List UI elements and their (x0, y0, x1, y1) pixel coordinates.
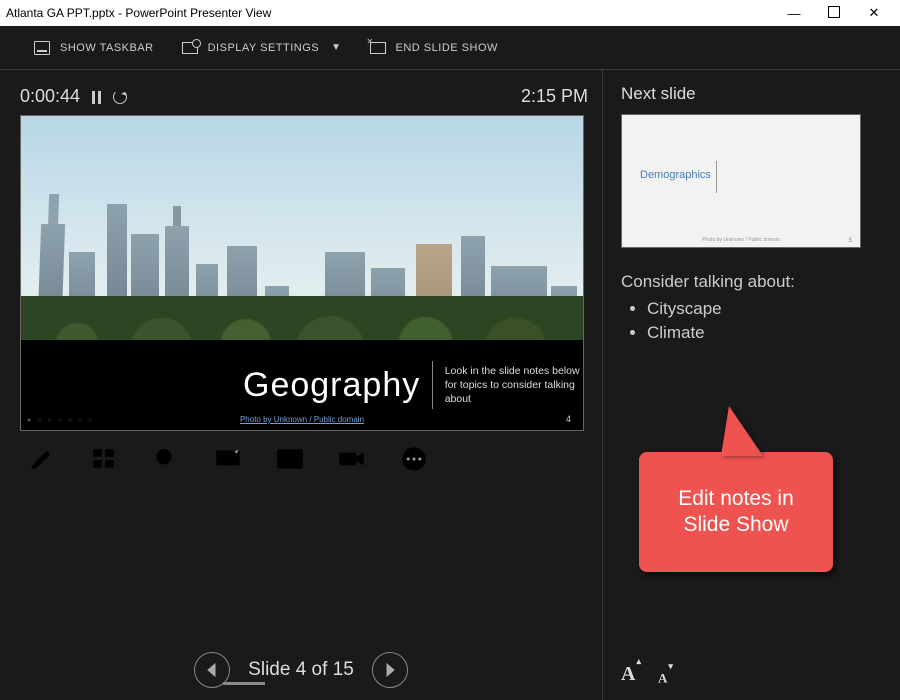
notes-item: Climate (647, 321, 882, 346)
wall-clock: 2:15 PM (521, 86, 588, 107)
next-slide-heading: Next slide (621, 84, 882, 104)
slide-counter-underline (223, 682, 265, 685)
window-close-button[interactable] (854, 5, 894, 21)
slide-image-trees (21, 296, 583, 344)
next-slide-credit: Photo by Unknown / Public domain (622, 237, 860, 243)
next-slide-page: 5 (849, 238, 852, 244)
display-settings-icon (182, 42, 198, 54)
window-maximize-button[interactable] (814, 6, 854, 21)
notes-heading: Consider talking about: (621, 270, 882, 295)
slide-page-number: 4 (566, 414, 571, 424)
callout-text: Edit notes in Slide Show (653, 486, 819, 539)
speaker-notes[interactable]: Consider talking about: Cityscape Climat… (621, 270, 882, 346)
next-slide-button[interactable] (372, 652, 408, 688)
next-slide-thumbnail[interactable]: Demographics Photo by Unknown / Public d… (621, 114, 861, 248)
slide-title: Geography (21, 366, 420, 405)
current-slide-preview[interactable]: Geography Look in the slide notes below … (20, 115, 584, 431)
pen-tool-button[interactable] (26, 445, 58, 473)
more-options-button[interactable] (398, 445, 430, 473)
slide-navigator: Slide 4 of 15 (0, 652, 602, 688)
slide-progress-dots: ● ○ ○ ○ ○ ○ ○ (27, 417, 94, 424)
reset-timer-button[interactable] (113, 90, 127, 104)
increase-font-button[interactable]: A▴ (621, 663, 640, 686)
current-slide-panel: 0:00:44 2:15 PM Geography Look in the sl… (0, 70, 602, 700)
pause-button[interactable] (92, 89, 101, 105)
black-screen-button[interactable] (212, 445, 244, 473)
taskbar-icon (34, 41, 50, 55)
notes-list: Cityscape Climate (621, 297, 882, 346)
end-slideshow-label: END SLIDE SHOW (396, 42, 498, 54)
timer-row: 0:00:44 2:15 PM (20, 86, 588, 107)
elapsed-time: 0:00:44 (20, 86, 80, 107)
slide-title-bar: Geography Look in the slide notes below … (21, 340, 583, 430)
show-taskbar-button[interactable]: SHOW TASKBAR (34, 41, 154, 55)
next-slide-panel: Next slide Demographics Photo by Unknown… (602, 70, 900, 700)
presenter-toolbar: SHOW TASKBAR DISPLAY SETTINGS ▼ END SLID… (0, 26, 900, 70)
next-slide-divider (716, 161, 717, 193)
window-minimize-button[interactable] (774, 6, 814, 21)
display-settings-button[interactable]: DISPLAY SETTINGS ▼ (182, 42, 342, 54)
slide-photo-credit: Photo by Unknown / Public domain (21, 415, 583, 424)
decrease-font-button[interactable]: A▾ (658, 669, 672, 686)
end-slideshow-icon (370, 42, 386, 54)
edit-notes-callout: Edit notes in Slide Show (639, 452, 833, 572)
next-slide-title: Demographics (640, 169, 711, 181)
camera-off-button[interactable] (336, 445, 368, 473)
notes-item: Cityscape (647, 297, 882, 322)
end-slideshow-button[interactable]: END SLIDE SHOW (370, 42, 498, 54)
display-settings-label: DISPLAY SETTINGS (208, 42, 320, 54)
slide-counter-label: Slide 4 of 15 (248, 659, 354, 680)
notes-font-controls: A▴ A▾ (621, 663, 672, 686)
slide-subtitle: Look in the slide notes below for topics… (445, 364, 583, 407)
show-taskbar-label: SHOW TASKBAR (60, 42, 154, 54)
see-all-slides-button[interactable] (88, 445, 120, 473)
zoom-tool-button[interactable] (150, 445, 182, 473)
presenter-tools (20, 431, 588, 473)
chevron-down-icon: ▼ (331, 42, 341, 53)
window-title: Atlanta GA PPT.pptx - PowerPoint Present… (6, 6, 774, 20)
subtitles-button[interactable] (274, 445, 306, 473)
window-titlebar: Atlanta GA PPT.pptx - PowerPoint Present… (0, 0, 900, 26)
